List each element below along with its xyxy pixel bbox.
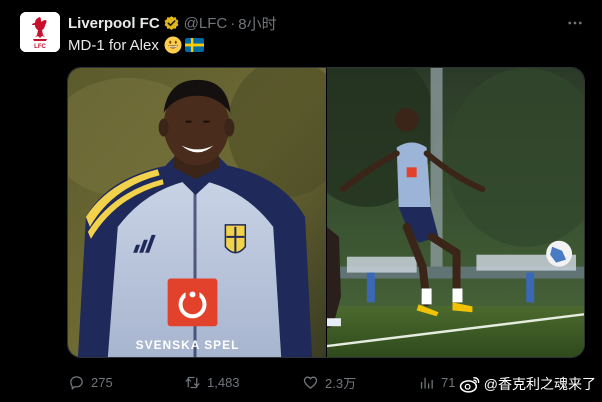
header-separator: · xyxy=(230,14,236,32)
retweet-icon xyxy=(185,376,200,388)
media-photo-portrait[interactable]: SVENSKA SPEL xyxy=(68,68,326,357)
lfc-crest-icon: LFC xyxy=(20,12,60,52)
views-chart-icon xyxy=(420,377,433,389)
tweet-media-grid: SVENSKA SPEL xyxy=(67,67,585,358)
more-horizontal-icon xyxy=(568,21,582,25)
sweden-flag-icon xyxy=(184,38,204,52)
author-name[interactable]: Liverpool FC xyxy=(68,15,160,32)
more-options-button[interactable] xyxy=(564,12,586,34)
avatar-label: LFC xyxy=(34,44,46,50)
watermark-text: @香克利之魂来了 xyxy=(483,376,596,392)
media-photo-training[interactable] xyxy=(327,68,584,357)
author-handle[interactable]: @LFC xyxy=(184,15,228,32)
tweet-timestamp[interactable]: 8小时 xyxy=(238,13,276,34)
views-button[interactable]: 71 xyxy=(418,370,455,394)
weibo-logo-icon xyxy=(459,377,480,393)
grinning-face-icon xyxy=(164,36,182,54)
shirt-sponsor-text: SVENSKA SPEL xyxy=(136,338,240,352)
views-count: 71 xyxy=(441,374,456,390)
like-button[interactable]: 2.3万 xyxy=(302,370,356,394)
tweet-text-content: MD-1 for Alex xyxy=(68,36,159,54)
player-portrait-image: SVENSKA SPEL xyxy=(68,68,326,357)
heart-icon xyxy=(303,376,318,389)
tweet-card[interactable]: LFC Liverpool FC @LFC · 8小时 MD-1 for Ale… xyxy=(0,0,602,402)
tweet-header: Liverpool FC @LFC · 8小时 xyxy=(68,13,277,33)
player-training-image xyxy=(327,68,584,357)
reply-count: 275 xyxy=(91,374,113,390)
verified-badge-icon xyxy=(164,15,179,30)
weibo-watermark: @香克利之魂来了 xyxy=(459,374,596,394)
retweet-button[interactable]: 1,483 xyxy=(184,370,240,394)
tweet-text: MD-1 for Alex xyxy=(68,36,204,54)
reply-button[interactable]: 275 xyxy=(68,370,113,394)
retweet-count: 1,483 xyxy=(207,374,240,390)
reply-icon xyxy=(70,375,83,390)
like-count: 2.3万 xyxy=(325,375,357,391)
author-avatar[interactable]: LFC xyxy=(20,12,60,52)
